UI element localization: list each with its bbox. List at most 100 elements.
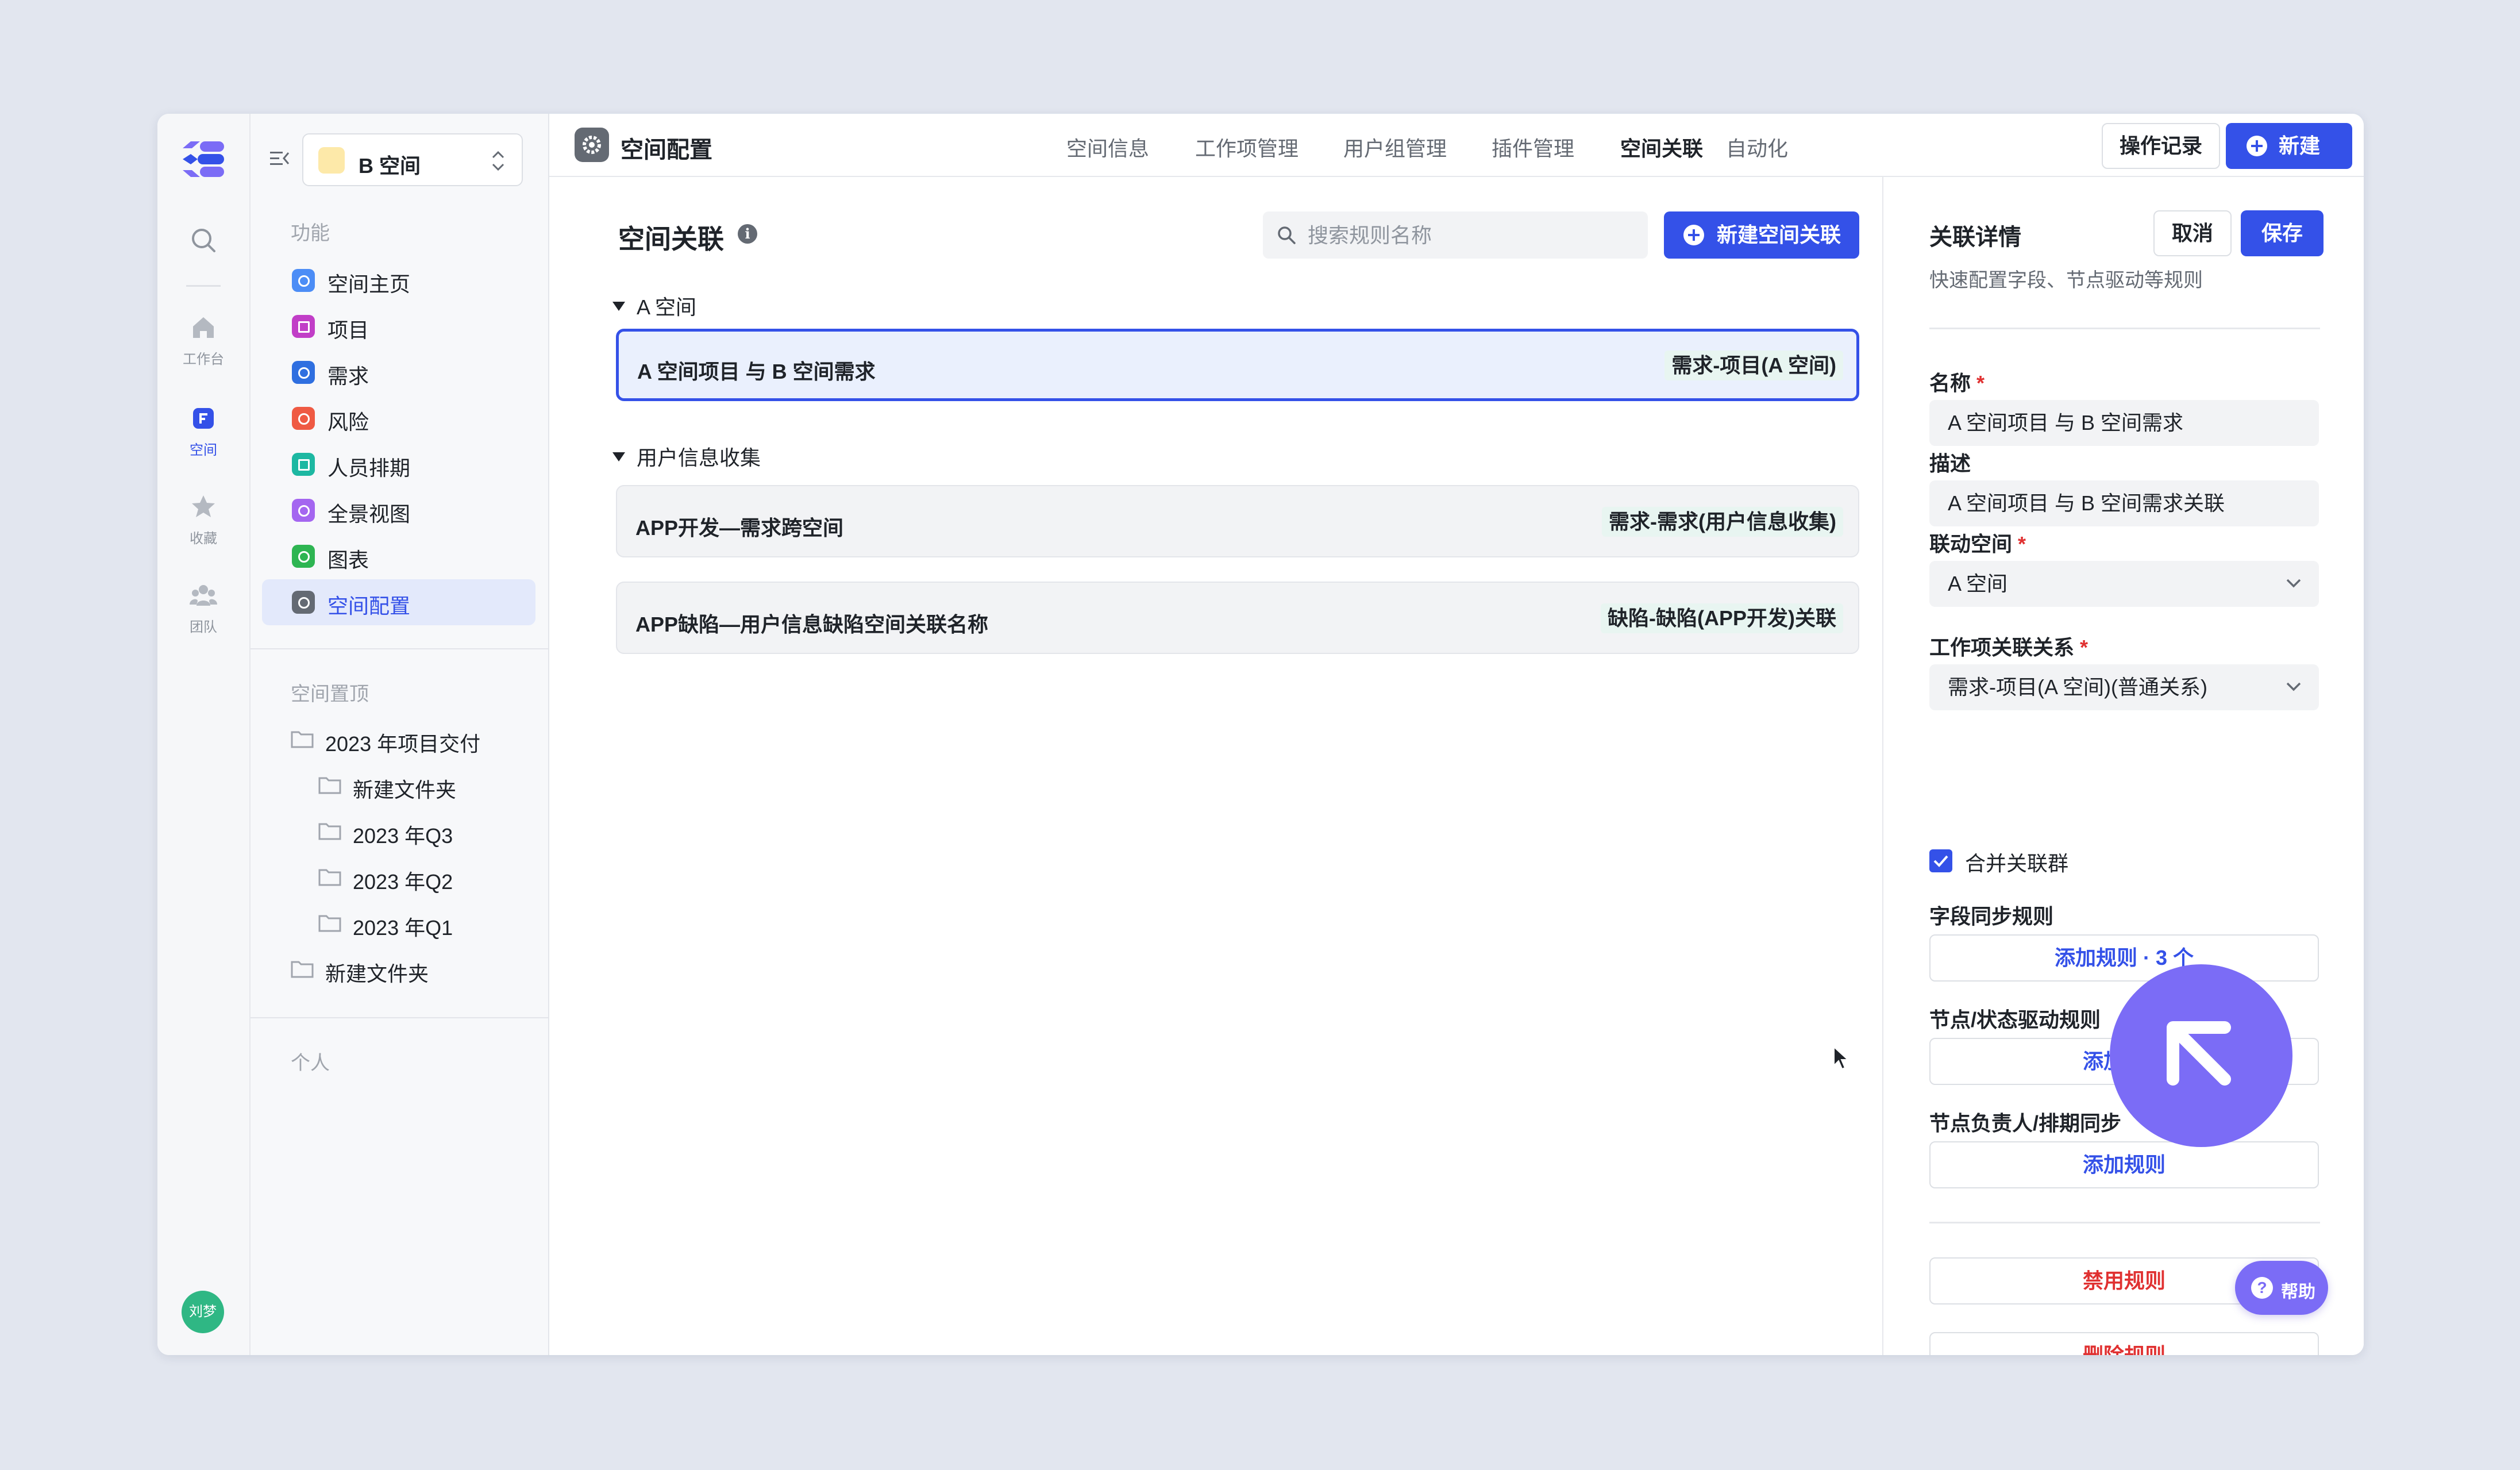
- folder-icon: [318, 823, 341, 840]
- new-button-label: 新建: [2279, 134, 2321, 157]
- space-switcher[interactable]: B 空间: [302, 133, 523, 186]
- mouse-pointer-icon: [1833, 1046, 1849, 1070]
- space-icon: [193, 408, 214, 429]
- panel-subtitle: 快速配置字段、节点驱动等规则: [1929, 270, 2203, 291]
- rail-item-favorites[interactable]: 收藏: [157, 493, 249, 547]
- description-label: 描述: [1929, 452, 1971, 475]
- tab-plugin-management[interactable]: 插件管理: [1492, 132, 1574, 162]
- panel-divider: [1929, 328, 2320, 329]
- sidebar-item-risk[interactable]: 风险: [262, 395, 535, 441]
- sidebar-item-panorama[interactable]: 全景视图: [262, 487, 535, 533]
- group-header-user-info[interactable]: 用户信息收集: [612, 441, 761, 471]
- star-icon: [192, 495, 215, 517]
- arrow-up-left-icon: [2167, 1021, 2231, 1086]
- sidebar-item-label: 需求: [327, 364, 369, 388]
- gear-icon: [292, 591, 315, 614]
- relation-select[interactable]: 需求-项目(A 空间)(普通关系): [1929, 664, 2319, 710]
- merge-group-checkbox[interactable]: [1929, 849, 1952, 872]
- sidebar-item-requirement[interactable]: 需求: [262, 349, 535, 395]
- delete-rule-button[interactable]: 删除规则: [1929, 1332, 2319, 1355]
- tab-work-item-management[interactable]: 工作项管理: [1195, 132, 1298, 162]
- rail-item-label: 收藏: [190, 531, 217, 547]
- rule-row[interactable]: APP缺陷—用户信息缺陷空间关联名称 缺陷-缺陷(APP开发)关联: [616, 582, 1859, 654]
- new-button[interactable]: 新建: [2226, 123, 2352, 169]
- sidebar-item-schedule[interactable]: 人员排期: [262, 441, 535, 487]
- folder-icon: [291, 731, 314, 748]
- linked-space-select[interactable]: A 空间: [1929, 561, 2319, 607]
- sidebar-item-project[interactable]: 项目: [262, 303, 535, 349]
- sidebar-item-label: 空间主页: [327, 272, 411, 296]
- rail-item-workbench[interactable]: 工作台: [157, 314, 249, 368]
- folder-icon: [291, 961, 314, 978]
- rail-divider: [186, 285, 221, 287]
- sidebar-divider: [251, 1017, 548, 1018]
- save-button[interactable]: 保存: [2241, 210, 2324, 256]
- search-input[interactable]: [1307, 211, 1636, 260]
- sidebar-item-label: 全景视图: [327, 502, 411, 526]
- sidebar-item-space-home[interactable]: 空间主页: [262, 257, 535, 303]
- description-field[interactable]: A 空间项目 与 B 空间需求关联: [1929, 480, 2319, 526]
- sidebar-item-chart[interactable]: 图表: [262, 533, 535, 579]
- rail-item-label: 空间: [190, 442, 217, 458]
- owner-sync-add-button[interactable]: 添加规则: [1929, 1141, 2319, 1188]
- chart-icon: [292, 545, 315, 568]
- rule-type-tag: 缺陷-缺陷(APP开发)关联: [1601, 603, 1843, 633]
- cancel-button[interactable]: 取消: [2153, 210, 2232, 256]
- main-content: 空间关联 i 新建空间关联 A 空间 A 空间项目 与 B 空间需求 需求-项目…: [549, 177, 1882, 1355]
- rule-type-tag: 需求-项目(A 空间): [1664, 351, 1843, 380]
- rail-item-team[interactable]: 团队: [157, 582, 249, 636]
- rule-type-tag: 需求-需求(用户信息收集): [1602, 507, 1843, 537]
- required-mark: *: [1976, 371, 1985, 395]
- gear-icon: [575, 128, 609, 162]
- sidebar-item-label: 人员排期: [327, 456, 411, 480]
- folder-label: 2023 年Q2: [353, 870, 453, 894]
- space-home-icon: [292, 269, 315, 292]
- rail-item-label: 团队: [190, 619, 217, 635]
- owner-sync-label: 节点负责人/排期同步: [1929, 1111, 2122, 1135]
- node-drive-label: 节点/状态驱动规则: [1929, 1008, 2101, 1032]
- sidebar-item-space-config[interactable]: 空间配置: [262, 579, 535, 625]
- rail-item-space[interactable]: 空间: [157, 405, 249, 459]
- tab-user-group-management[interactable]: 用户组管理: [1343, 132, 1447, 162]
- relation-label: 工作项关联关系 *: [1929, 636, 2089, 659]
- avatar[interactable]: 刘梦: [182, 1291, 224, 1333]
- search-icon: [1278, 226, 1296, 244]
- search-icon[interactable]: [190, 226, 217, 254]
- field-sync-label: 字段同步规则: [1929, 905, 2054, 928]
- requirement-icon: [292, 361, 315, 384]
- rule-row[interactable]: A 空间项目 与 B 空间需求 需求-项目(A 空间): [616, 329, 1859, 401]
- top-bar: 空间配置 空间信息 工作项管理 用户组管理 插件管理 空间关联 自动化 操作记录…: [549, 114, 2364, 177]
- app-window: 工作台 空间 收藏 团队 刘梦 B 空间 功能 空间主页 项目 需求 风险 人员…: [157, 114, 2364, 1355]
- help-button[interactable]: ? 帮助: [2235, 1261, 2328, 1315]
- schedule-icon: [292, 453, 315, 476]
- required-mark: *: [2018, 532, 2026, 556]
- floating-arrow-button[interactable]: [2110, 964, 2292, 1147]
- operation-log-button[interactable]: 操作记录: [2102, 123, 2220, 169]
- folder-label: 新建文件夹: [353, 778, 457, 802]
- collapse-sidebar-icon[interactable]: [268, 147, 291, 170]
- app-logo-icon[interactable]: [180, 139, 226, 179]
- name-label: 名称 *: [1929, 371, 1985, 395]
- rule-name: APP缺陷—用户信息缺陷空间关联名称: [635, 613, 989, 636]
- rule-row[interactable]: APP开发—需求跨空间 需求-需求(用户信息收集): [616, 485, 1859, 557]
- folder-icon: [318, 869, 341, 886]
- tab-space-association[interactable]: 空间关联: [1620, 132, 1703, 162]
- chevron-updown-icon: [492, 151, 504, 171]
- required-mark: *: [2080, 636, 2089, 659]
- folder-label: 新建文件夹: [325, 962, 429, 986]
- panel-divider: [1929, 1222, 2320, 1223]
- group-header-a-space[interactable]: A 空间: [612, 291, 696, 321]
- add-space-association-button[interactable]: 新建空间关联: [1664, 211, 1859, 259]
- home-icon: [193, 317, 214, 338]
- section-title-pinned: 空间置顶: [291, 683, 369, 705]
- plus-circle-icon: [1683, 225, 1704, 245]
- name-field[interactable]: A 空间项目 与 B 空间需求: [1929, 400, 2319, 446]
- panorama-icon: [292, 499, 315, 522]
- chevron-down-icon: [2286, 579, 2301, 588]
- tab-automation[interactable]: 自动化: [1726, 132, 1788, 162]
- tab-space-info[interactable]: 空间信息: [1066, 132, 1149, 162]
- info-icon[interactable]: i: [738, 224, 757, 244]
- sidebar-item-label: 项目: [327, 318, 369, 342]
- folder-label: 2023 年项目交付: [325, 732, 481, 756]
- sidebar-item-label: 图表: [327, 548, 369, 572]
